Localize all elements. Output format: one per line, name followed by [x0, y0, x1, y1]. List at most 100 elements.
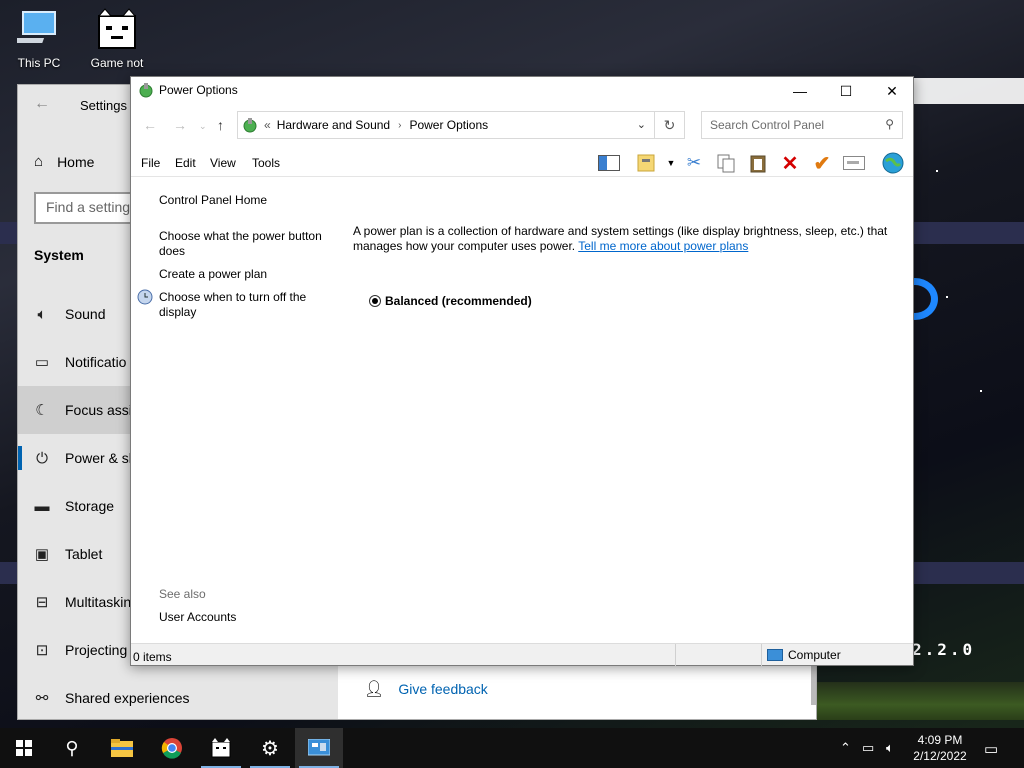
feedback-label: Give feedback — [398, 681, 488, 697]
sidebar-item-label: Notificatio — [65, 354, 127, 370]
settings-gear-icon: ⚙ — [261, 737, 279, 760]
menu-file[interactable]: File — [141, 156, 160, 170]
storage-icon: ▬ — [34, 497, 50, 515]
feedback-person-icon: 👤︎ — [364, 681, 385, 698]
game-desktop-icon[interactable]: Game not — [82, 8, 152, 70]
power-button-link[interactable]: Choose what the power button does — [159, 229, 334, 259]
file-explorer-icon — [111, 739, 133, 757]
star — [980, 390, 982, 392]
balanced-plan-radio[interactable]: Balanced (recommended) — [369, 294, 532, 308]
notification-icon: ▭ — [34, 354, 50, 371]
multitasking-icon: ⊟ — [35, 594, 49, 611]
sidebar-item-label: Sound — [65, 306, 106, 322]
game-taskbar-button[interactable] — [197, 728, 245, 768]
status-divider — [675, 644, 676, 666]
views-icon[interactable] — [634, 151, 658, 175]
search-icon: ⚲ — [65, 737, 79, 758]
up-nav-icon[interactable]: ↑ — [217, 117, 224, 133]
taskbar: ⚲ ⚙ ⌃ ▭ 🔈︎ 4:09 PM 2/12/2022 ▭ — [0, 728, 1024, 768]
file-explorer-button[interactable] — [98, 728, 146, 768]
cut-icon[interactable]: ✂ — [682, 151, 706, 175]
sidebar-item-shared-experiences[interactable]: ⚯ Shared experiences — [18, 674, 338, 722]
chrome-button[interactable] — [148, 728, 196, 768]
back-arrow-icon[interactable]: ← — [34, 95, 50, 113]
power-titlebar[interactable]: Power Options — ☐ ✕ — [131, 77, 913, 105]
control-panel-address-icon — [242, 117, 258, 133]
paste-icon[interactable] — [746, 151, 770, 175]
home-icon: ⌂ — [34, 153, 44, 170]
power-icon: ⏻ — [36, 449, 48, 467]
search-icon: ⚲ — [885, 117, 894, 131]
sidebar-item-label: Shared experiences — [65, 690, 190, 706]
sidebar-item-label: Multitaskin — [65, 594, 132, 610]
recent-dropdown-icon[interactable]: ⌄ — [199, 121, 207, 132]
control-panel-taskbar-button[interactable] — [295, 728, 343, 768]
give-feedback-link[interactable]: 👤︎ Give feedback — [364, 679, 488, 699]
system-clock[interactable]: 4:09 PM 2/12/2022 — [908, 732, 972, 764]
address-overflow[interactable]: « — [264, 118, 271, 132]
menu-tools[interactable]: Tools — [252, 156, 280, 170]
control-panel-home-link[interactable]: Control Panel Home — [159, 193, 334, 208]
item-count: 0 items — [133, 650, 172, 664]
clock-date: 2/12/2022 — [913, 749, 967, 763]
menu-view[interactable]: View — [210, 156, 236, 170]
desktop-icon-label: Game not — [90, 56, 144, 70]
start-button[interactable] — [0, 728, 48, 768]
views-dropdown-icon[interactable]: ▼ — [659, 151, 683, 175]
maximize-button[interactable]: ☐ — [823, 77, 869, 105]
minimize-button[interactable]: — — [777, 77, 823, 105]
address-bar[interactable]: « Hardware and Sound › Power Options ⌄ — [237, 111, 655, 139]
refresh-button[interactable]: ↻ — [655, 111, 685, 139]
user-accounts-link[interactable]: User Accounts — [159, 610, 334, 625]
settings-home-link[interactable]: ⌂ Home — [34, 153, 94, 170]
star — [946, 296, 948, 298]
sidebar-item-label: Power & sl — [65, 450, 132, 466]
learn-more-link[interactable]: Tell me more about power plans — [578, 239, 748, 253]
settings-scrollbar[interactable] — [811, 665, 816, 705]
radio-selected-icon[interactable] — [369, 295, 381, 307]
breadcrumb-power-options[interactable]: Power Options — [409, 118, 488, 132]
create-power-plan-link[interactable]: Create a power plan — [159, 267, 334, 282]
delete-icon[interactable]: ✕ — [778, 151, 802, 175]
search-placeholder: Search Control Panel — [710, 118, 825, 132]
properties-check-icon[interactable]: ✔ — [810, 151, 834, 175]
copy-icon[interactable] — [714, 151, 738, 175]
speaker-icon: 🔈︎ — [37, 305, 47, 323]
menu-edit[interactable]: Edit — [175, 156, 196, 170]
window-title: Power Options — [159, 83, 238, 97]
tasks-pane: Control Panel Home Choose what the power… — [131, 177, 331, 643]
address-dropdown-icon[interactable]: ⌄ — [637, 118, 646, 131]
network-icon[interactable]: ▭ — [862, 740, 874, 756]
cat-game-icon — [211, 738, 231, 758]
forward-nav-icon[interactable]: → — [173, 117, 187, 133]
plan-label: Balanced (recommended) — [385, 294, 532, 308]
rename-icon[interactable] — [842, 151, 866, 175]
background-window — [900, 78, 1024, 104]
star — [936, 170, 938, 172]
clock-time: 4:09 PM — [917, 733, 963, 747]
tray-overflow-icon[interactable]: ⌃ — [840, 740, 851, 756]
section-heading: System — [34, 247, 84, 263]
computer-icon — [14, 8, 61, 52]
address-row: ← → ⌄ ↑ « Hardware and Sound › Power Opt… — [131, 109, 913, 141]
status-bar: 0 items Computer — [131, 643, 913, 666]
globe-icon[interactable] — [881, 151, 905, 175]
turn-off-display-link[interactable]: Choose when to turn off the display — [159, 290, 334, 320]
this-pc-desktop-icon[interactable]: This PC — [4, 8, 74, 70]
search-control-panel-input[interactable]: Search Control Panel ⚲ — [701, 111, 903, 139]
power-options-icon — [138, 82, 154, 98]
search-taskbar-button[interactable]: ⚲ — [48, 728, 96, 768]
close-button[interactable]: ✕ — [869, 77, 915, 105]
back-nav-icon[interactable]: ← — [143, 117, 157, 133]
status-divider — [761, 644, 762, 666]
notifications-icon[interactable]: ▭ — [984, 740, 998, 758]
breadcrumb-hardware-sound[interactable]: Hardware and Sound — [277, 118, 390, 132]
volume-muted-icon[interactable]: 🔈︎ — [886, 740, 894, 756]
settings-taskbar-button[interactable]: ⚙ — [246, 728, 294, 768]
see-also-heading: See also — [159, 587, 206, 601]
layout-pane-icon[interactable] — [597, 151, 621, 175]
power-options-window: Power Options — ☐ ✕ ← → ⌄ ↑ « Hardware a… — [130, 76, 914, 666]
breadcrumb-separator-icon: › — [398, 119, 402, 131]
grass-graphic — [816, 682, 1024, 720]
home-label: Home — [57, 153, 95, 170]
